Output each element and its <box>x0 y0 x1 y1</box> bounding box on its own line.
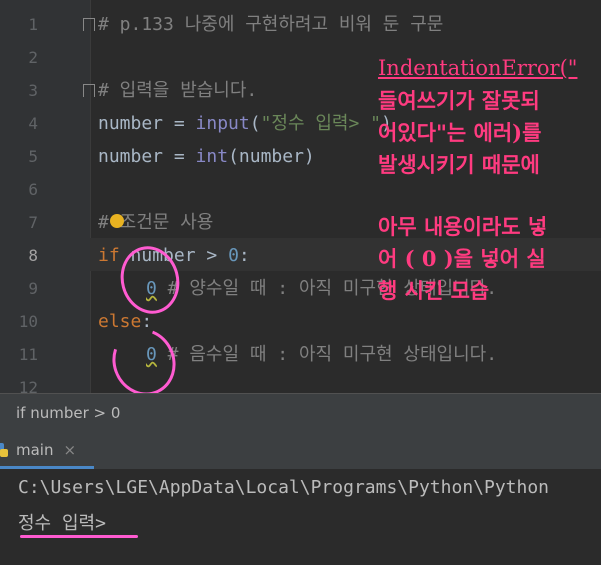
line-number: 5 <box>28 147 38 166</box>
code-line-11[interactable]: 0 # 음수일 때 : 아직 미구현 상태입니다. <box>146 338 497 371</box>
close-icon[interactable]: × <box>63 441 76 459</box>
line-number: 11 <box>18 345 38 364</box>
code-line-3[interactable]: # 입력을 받습니다. <box>98 74 257 107</box>
run-tab-main[interactable]: main × <box>0 431 94 469</box>
line-number: 6 <box>28 180 38 199</box>
line-number-current: 8 <box>28 246 38 265</box>
line-number: 2 <box>28 48 38 67</box>
line-number: 7 <box>28 213 38 232</box>
run-toolwindow-header: main × <box>0 431 601 470</box>
run-tab-label: main <box>16 441 54 459</box>
annotation-line-1: IndentationError(" <box>378 56 578 80</box>
annotation-line-5: 아무 내용이라도 넣 <box>378 214 548 239</box>
line-number: 10 <box>18 312 38 331</box>
fold-marker-icon[interactable] <box>83 18 95 31</box>
code-line-4[interactable]: number = input("정수 입력> ") <box>98 107 392 140</box>
annotation-line-4: 발생시키기 때문에 <box>378 152 540 177</box>
breadcrumb[interactable]: if number > 0 <box>0 393 601 431</box>
console-prompt-line: 정수 입력> <box>18 513 106 534</box>
line-number: 1 <box>28 15 38 34</box>
line-number: 4 <box>28 114 38 133</box>
annotation-line-7: 행 시킨 모습 <box>378 278 490 303</box>
code-line-5[interactable]: number = int(number) <box>98 140 315 173</box>
annotation-line-3: 어있다"는 에러)를 <box>378 120 542 145</box>
annotation-line-2: 들여쓰기가 잘못되 <box>378 88 540 113</box>
console-path-line: C:\Users\LGE\AppData\Local\Programs\Pyth… <box>18 477 550 498</box>
line-number: 12 <box>18 378 38 393</box>
annotation-line-6: 어 ( 0 )을 넣어 실 <box>378 246 546 271</box>
highlight-underline-marker <box>20 535 138 538</box>
run-console[interactable]: C:\Users\LGE\AppData\Local\Programs\Pyth… <box>0 469 601 565</box>
code-line-1[interactable]: # p.133 나중에 구현하려고 비워 둔 구문 <box>98 8 443 41</box>
python-icon <box>0 443 8 457</box>
lightbulb-icon[interactable] <box>110 214 124 228</box>
line-number: 3 <box>28 81 38 100</box>
line-number: 9 <box>28 279 38 298</box>
fold-marker-icon[interactable] <box>83 84 95 97</box>
code-editor[interactable]: 1 2 3 4 5 6 7 8 9 10 11 12 # p.133 나중에 구… <box>0 0 601 393</box>
